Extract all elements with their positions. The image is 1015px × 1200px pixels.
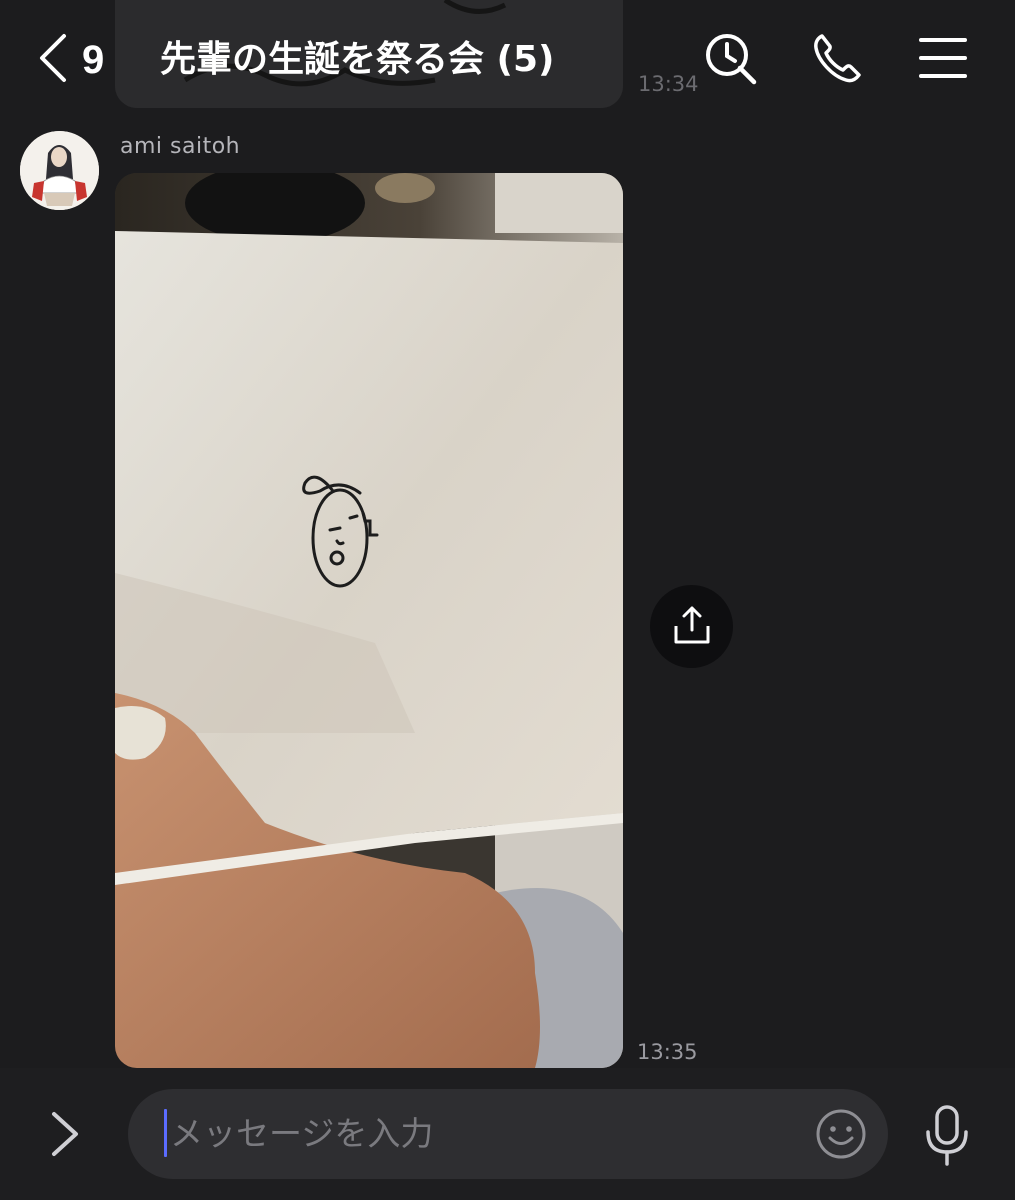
search-history-icon: [702, 34, 758, 90]
microphone-icon: [922, 1105, 972, 1170]
sender-name: ami saitoh: [120, 134, 241, 159]
expand-button[interactable]: [44, 1108, 84, 1160]
photo-content: [115, 173, 623, 1068]
chat-header: 9 先輩の生誕を祭る会 (5): [0, 0, 1015, 120]
avatar[interactable]: [20, 131, 99, 210]
message-input-placeholder: メッセージを入力: [170, 1114, 434, 1153]
share-icon: [672, 604, 712, 650]
chevron-right-icon: [44, 1112, 84, 1164]
call-button[interactable]: [810, 30, 866, 86]
image-message[interactable]: [115, 173, 623, 1068]
share-button[interactable]: [650, 585, 733, 668]
chat-title: 先輩の生誕を祭る会 (5): [160, 39, 555, 80]
menu-icon: [915, 38, 971, 90]
back-button[interactable]: 9: [34, 30, 124, 90]
message-time: 13:35: [637, 1040, 698, 1064]
smiley-icon: [814, 1109, 868, 1165]
emoji-button[interactable]: [814, 1107, 868, 1161]
message-composer: メッセージを入力: [0, 1068, 1015, 1200]
chevron-left-icon: [34, 32, 70, 88]
phone-icon: [810, 34, 866, 90]
voice-button[interactable]: [922, 1104, 972, 1166]
message-input[interactable]: メッセージを入力: [128, 1089, 888, 1179]
menu-button[interactable]: [915, 30, 971, 86]
text-caret: [164, 1109, 167, 1157]
unread-count: 9: [82, 37, 105, 82]
search-button[interactable]: [702, 30, 758, 86]
